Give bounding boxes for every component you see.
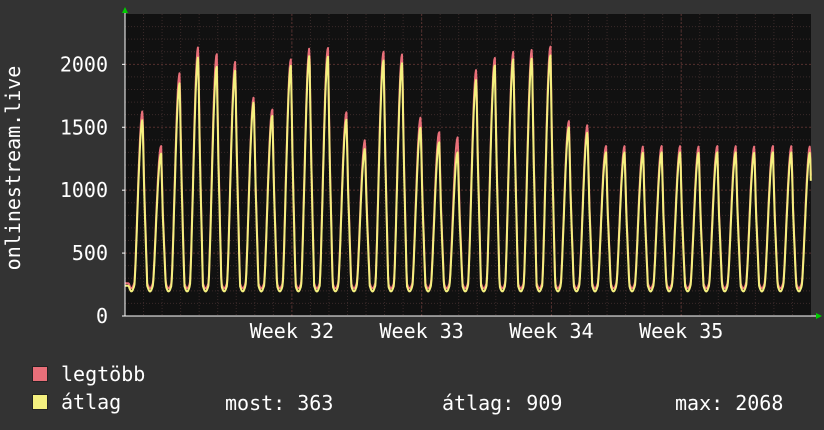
x-axis-arrow <box>816 313 822 319</box>
stat-avg: átlag: 909 <box>442 391 563 415</box>
legend-item-max: legtöbb <box>32 362 146 386</box>
stat-max: max: 2068 <box>675 391 784 415</box>
y-tick-label: 1500 <box>60 115 108 139</box>
x-tick-label: Week 33 <box>380 319 464 343</box>
x-tick-labels: Week 32 Week 33 Week 34 Week 35 <box>250 319 724 343</box>
y-tick-label: 0 <box>96 304 108 328</box>
stat-now: most: 363 <box>225 391 334 415</box>
y-tick-label: 2000 <box>60 52 108 76</box>
legend-swatch-max <box>32 366 48 382</box>
x-tick-label: Week 32 <box>250 319 334 343</box>
legend-label-max: legtöbb <box>61 362 146 386</box>
y-tick-labels: 0 500 1000 1500 2000 <box>60 52 108 328</box>
y-tick-label: 1000 <box>60 178 108 202</box>
y-axis-label: onlinestream.live <box>1 66 25 271</box>
legend-swatch-avg <box>32 394 48 410</box>
y-tick-label: 500 <box>72 241 108 265</box>
legend-label-avg: átlag <box>61 390 122 414</box>
x-tick-label: Week 35 <box>639 319 723 343</box>
y-axis-arrow <box>122 7 128 13</box>
x-tick-label: Week 34 <box>509 319 593 343</box>
legend-item-avg: átlag <box>32 390 122 414</box>
